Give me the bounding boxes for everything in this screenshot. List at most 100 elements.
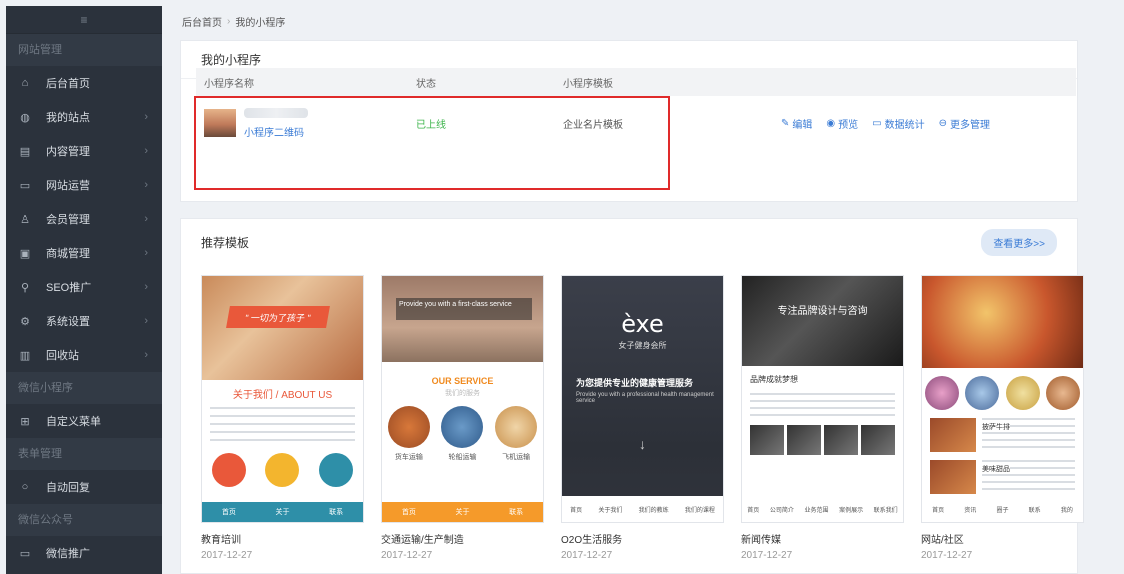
preview-tab: 关于我们 bbox=[598, 507, 623, 514]
template-name: 企业名片模板 bbox=[563, 119, 623, 131]
template-preview[interactable]: " 一切为了孩子 " 关于我们 / ABOUT US 首页 关于 联系 bbox=[201, 275, 364, 523]
template-card-news[interactable]: 专注品牌设计与咨询 品牌成就梦想 首页 公司简介 业务范围 案例展示 联系我们 … bbox=[741, 275, 904, 561]
preview-label: 轮船运输 bbox=[448, 454, 477, 461]
preview-tabbar: 首页 公司简介 业务范围 案例展示 联系我们 bbox=[742, 496, 903, 522]
template-name: 网站/社区 bbox=[921, 535, 964, 546]
status-badge: 已上线 bbox=[416, 119, 446, 131]
chevron-right-icon: › bbox=[144, 349, 148, 361]
edit-button[interactable]: ✎ 编辑 bbox=[781, 116, 812, 131]
breadcrumb-home[interactable]: 后台首页 bbox=[182, 14, 222, 29]
template-preview[interactable]: Provide you with a first-class service O… bbox=[381, 275, 544, 523]
more-manage-button[interactable]: ⊖ 更多管理 bbox=[939, 116, 990, 131]
preview-circle bbox=[211, 453, 246, 487]
template-name: 教育培训 bbox=[201, 535, 241, 546]
view-more-button[interactable]: 查看更多>> bbox=[981, 228, 1057, 256]
sidebar-item-wechat-promo[interactable]: ▭ 微信推广 bbox=[6, 536, 162, 570]
store-icon: ▣ bbox=[19, 247, 31, 260]
users-icon: ♙ bbox=[20, 213, 30, 226]
preview-circle bbox=[925, 376, 960, 410]
preview-headline-en: Provide you with a professional health m… bbox=[576, 392, 714, 404]
chevron-right-icon: › bbox=[144, 179, 148, 191]
preview-tab: 案例展示 bbox=[839, 507, 864, 514]
preview-service-heading: OUR SERVICE bbox=[431, 376, 494, 386]
preview-logo-sub: 女子健身会所 bbox=[618, 341, 667, 350]
preview-tab: 关于 bbox=[275, 509, 290, 516]
preview-icons bbox=[922, 376, 1083, 410]
column-header-template: 小程序模板 bbox=[563, 78, 613, 90]
edit-icon: ✎ bbox=[781, 117, 790, 129]
preview-button[interactable]: ◉ 预览 bbox=[826, 116, 858, 131]
sidebar-item-content[interactable]: ▤ 内容管理 › bbox=[6, 134, 162, 168]
breadcrumb-current: 我的小程序 bbox=[235, 17, 286, 29]
preview-tab: 关于 bbox=[455, 509, 470, 516]
preview-text-block: 美味甜品 bbox=[982, 460, 1075, 494]
monitor-icon: ▭ bbox=[19, 179, 31, 192]
chevron-right-icon: › bbox=[144, 213, 148, 225]
sidebar-item-label: 网站运营 bbox=[46, 180, 90, 192]
preview-icons bbox=[202, 453, 363, 487]
preview-tab: 公司简介 bbox=[769, 507, 794, 514]
chevron-right-icon: › bbox=[144, 111, 148, 123]
sidebar-group-form: 表单管理 bbox=[6, 438, 162, 470]
template-preview[interactable]: 披萨牛排 美味甜品 首页 资讯 圈子 联系 我的 bbox=[921, 275, 1084, 523]
preview-thumb bbox=[930, 418, 976, 452]
preview-logo: èxe bbox=[621, 310, 664, 338]
sidebar-item-members[interactable]: ♙ 会员管理 › bbox=[6, 202, 162, 236]
sidebar-item-seo[interactable]: ⚲ SEO推广 › bbox=[6, 270, 162, 304]
search-icon: ⚲ bbox=[20, 281, 30, 294]
preview-tab: 首页 bbox=[401, 509, 416, 516]
preview-list-item: 披萨牛排 bbox=[930, 418, 1075, 452]
eye-icon: ◉ bbox=[826, 117, 836, 129]
chevron-right-icon: › bbox=[144, 247, 148, 259]
sidebar-item-label: 内容管理 bbox=[46, 146, 90, 158]
sidebar-group-miniprogram: 微信小程序 bbox=[6, 372, 162, 404]
preview-thumb bbox=[750, 425, 784, 455]
preview-tab: 首页 bbox=[221, 509, 236, 516]
sidebar-item-store[interactable]: ▣ 商城管理 › bbox=[6, 236, 162, 270]
template-card-o2o[interactable]: èxe 女子健身会所 为您提供专业的健康管理服务 Provide you wit… bbox=[561, 275, 724, 561]
template-card-community[interactable]: 披萨牛排 美味甜品 首页 资讯 圈子 联系 我的 网站/社区 2017-12-2… bbox=[921, 275, 1084, 561]
sidebar-item-label: 系统设置 bbox=[46, 316, 90, 328]
preview-circle bbox=[495, 406, 538, 448]
miniprogram-name-cell: 小程序二维码 bbox=[196, 107, 416, 139]
sidebar-item-home[interactable]: ⌂ 后台首页 bbox=[6, 66, 162, 100]
sidebar-item-label: 回收站 bbox=[46, 350, 79, 362]
sidebar-item-recycle[interactable]: ▥ 回收站 › bbox=[6, 338, 162, 372]
sidebar-item-label: 自定义菜单 bbox=[46, 416, 101, 428]
sidebar-item-auto-reply[interactable]: ○ 自动回复 bbox=[6, 470, 162, 504]
sidebar-item-operation[interactable]: ▭ 网站运营 › bbox=[6, 168, 162, 202]
sidebar-item-settings[interactable]: ⚙ 系统设置 › bbox=[6, 304, 162, 338]
preview-text-block bbox=[750, 393, 895, 417]
preview-circle bbox=[319, 453, 354, 487]
preview-headline: 为您提供专业的健康管理服务 bbox=[576, 378, 694, 388]
template-date: 2017-12-27 bbox=[921, 550, 973, 561]
statistics-label: 数据统计 bbox=[884, 119, 925, 131]
template-preview[interactable]: 专注品牌设计与咨询 品牌成就梦想 首页 公司简介 业务范围 案例展示 联系我们 bbox=[741, 275, 904, 523]
preview-thumb bbox=[930, 460, 976, 494]
sidebar: ≡ 网站管理 ⌂ 后台首页 ◍ 我的站点 › ▤ 内容管理 › ▭ 网站运营 › ♙ 会员管理 ›… bbox=[6, 6, 162, 574]
chevron-right-icon: › bbox=[144, 281, 148, 293]
template-card-transport[interactable]: Provide you with a first-class service O… bbox=[381, 275, 544, 561]
sidebar-item-label: 会员管理 bbox=[46, 214, 90, 226]
preview-label: 预览 bbox=[838, 119, 859, 131]
preview-icons bbox=[382, 406, 543, 448]
preview-hero-image: " 一切为了孩子 " bbox=[202, 276, 363, 380]
chevron-right-icon: › bbox=[144, 315, 148, 327]
sidebar-collapse-toggle[interactable]: ≡ bbox=[6, 6, 162, 34]
template-preview[interactable]: èxe 女子健身会所 为您提供专业的健康管理服务 Provide you wit… bbox=[561, 275, 724, 523]
template-card-education[interactable]: " 一切为了孩子 " 关于我们 / ABOUT US 首页 关于 联系 教育培训… bbox=[201, 275, 364, 561]
preview-tab: 联系 bbox=[329, 509, 344, 516]
sidebar-item-label: 后台首页 bbox=[46, 78, 90, 90]
preview-hero-image bbox=[922, 276, 1083, 368]
row-actions: ✎ 编辑 ◉ 预览 ▭ 数据统计 ⊖ 更多管理 bbox=[781, 116, 990, 131]
recommended-templates-card: 推荐模板 查看更多>> " 一切为了孩子 " 关于我们 / ABOUT US 首… bbox=[180, 218, 1084, 574]
preview-service-sub: 我们的服务 bbox=[445, 390, 480, 397]
chat-icon: ○ bbox=[21, 481, 29, 493]
statistics-button[interactable]: ▭ 数据统计 bbox=[872, 116, 924, 131]
sidebar-item-custom-menu[interactable]: ⊞ 自定义菜单 bbox=[6, 404, 162, 438]
qrcode-link[interactable]: 小程序二维码 bbox=[244, 124, 308, 139]
preview-label: 飞机运输 bbox=[502, 454, 531, 461]
sidebar-item-my-sites[interactable]: ◍ 我的站点 › bbox=[6, 100, 162, 134]
recommended-title: 推荐模板 bbox=[201, 235, 250, 250]
menu-icon[interactable]: ≡ bbox=[80, 13, 87, 27]
